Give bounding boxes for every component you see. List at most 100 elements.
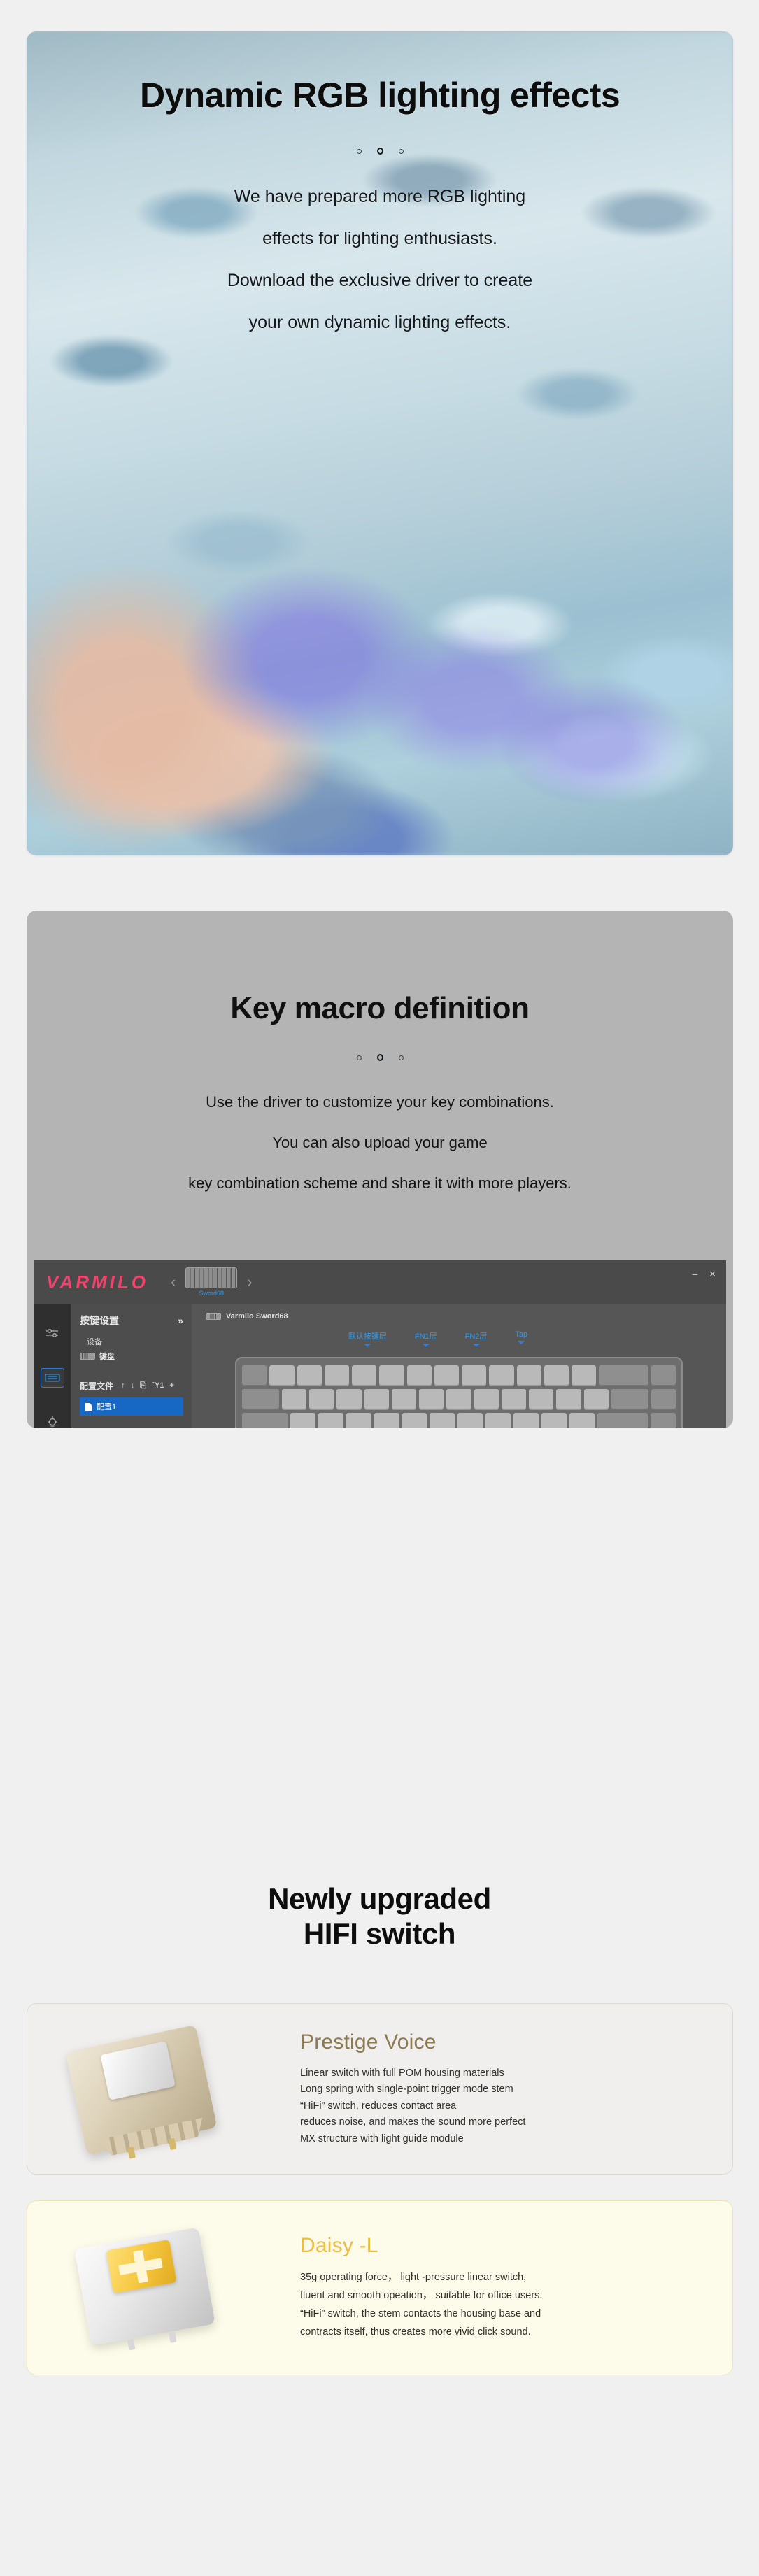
- prestige-voice-description: Linear switch with full POM housing mate…: [300, 2065, 693, 2147]
- sidebar-device-label: 设备: [87, 1338, 102, 1346]
- rgb-dot-separator: [356, 148, 404, 155]
- caret-down-icon: [364, 1344, 371, 1347]
- device-keyboard-icon: [206, 1313, 221, 1320]
- daisy-line-1: 35g operating force， light -pressure lin…: [300, 2272, 527, 2284]
- macro-line-1: Use the driver to customize your key com…: [206, 1093, 554, 1111]
- rgb-line-1: We have prepared more RGB lighting: [234, 187, 526, 206]
- dot-1: [356, 1055, 362, 1060]
- sidebar-device-keyboard[interactable]: 键盘: [80, 1351, 183, 1362]
- rgb-text-overlay: Dynamic RGB lighting effects We have pre…: [27, 31, 733, 855]
- driver-sidebar: 按键设置 » 设备 键盘 配置文件 ↑ ↓ ⎘ Ὕ1 + 配置1: [71, 1304, 192, 1428]
- daisy-l-description: 35g operating force， light -pressure lin…: [300, 2269, 693, 2341]
- device-title-row: Varmilo Sword68: [192, 1304, 726, 1321]
- daisy-line-2: fluent and smooth opeation， suitable for…: [300, 2290, 543, 2302]
- key-macro-section: Key macro definition Use the driver to c…: [27, 911, 733, 1428]
- hifi-heading-text: Newly upgraded HIFI switch: [0, 1881, 759, 1951]
- prestige-voice-switch-photo: [27, 2004, 300, 2174]
- profile-add-icon[interactable]: +: [169, 1381, 173, 1390]
- driver-software-screenshot: VARMILO ‹ Sword68 › – ✕ 按键设置 » 设备 键盘 配置文…: [34, 1260, 726, 1428]
- macro-line-2: You can also upload your game: [272, 1134, 488, 1151]
- tab-fn1-layer[interactable]: FN1层: [415, 1330, 437, 1347]
- tab-fn2-layer-label: FN2层: [464, 1332, 488, 1341]
- driver-icon-rail: [34, 1304, 71, 1428]
- keyboard-layout-canvas[interactable]: [235, 1357, 683, 1428]
- profile-upload-icon[interactable]: ↑: [121, 1381, 125, 1390]
- rail-keyboard-icon[interactable]: [41, 1368, 64, 1388]
- dot-1: [356, 148, 362, 154]
- driver-body: 按键设置 » 设备 键盘 配置文件 ↑ ↓ ⎘ Ὕ1 + 配置1 Varmilo…: [34, 1304, 726, 1428]
- switch-pin: [168, 2331, 177, 2343]
- device-thumbnail[interactable]: Sword68: [185, 1267, 238, 1297]
- rail-lighting-bulb-icon[interactable]: [41, 1413, 64, 1428]
- layer-tab-bar: 默认按键层 FN1层 FN2层 Tap: [192, 1330, 726, 1347]
- sidebar-collapse-icon[interactable]: »: [178, 1315, 183, 1326]
- profile-export-icon[interactable]: ⎘: [140, 1381, 146, 1390]
- close-button[interactable]: ✕: [709, 1269, 716, 1280]
- switch-render: [65, 2024, 218, 2159]
- macro-section-title: Key macro definition: [230, 991, 530, 1025]
- next-device-arrow-icon[interactable]: ›: [247, 1273, 252, 1291]
- dot-2-active: [376, 1054, 383, 1061]
- dot-2-active: [376, 148, 383, 155]
- tab-default-layer-label: 默认按键层: [348, 1332, 387, 1341]
- dot-3: [398, 148, 404, 154]
- caret-down-icon: [518, 1341, 525, 1344]
- mini-keyboard-icon: [80, 1353, 95, 1360]
- file-icon: [85, 1402, 92, 1411]
- switch-render: [74, 2227, 215, 2351]
- daisy-line-3: “HiFi” switch, the stem contacts the hou…: [300, 2308, 541, 2319]
- sidebar-device-keyboard-label: 键盘: [99, 1353, 115, 1361]
- daisy-l-text: Daisy -L 35g operating force， light -pre…: [300, 2234, 732, 2341]
- prestige-line-5: MX structure with light guide module: [300, 2133, 464, 2144]
- hifi-heading-line-2: HIFI switch: [303, 1916, 456, 1950]
- profile-list-item[interactable]: 配置1: [80, 1397, 183, 1416]
- window-controls: – ✕: [693, 1269, 716, 1280]
- keyboard-row: [242, 1389, 676, 1410]
- rgb-line-4: your own dynamic lighting effects.: [248, 313, 511, 332]
- daisy-l-name: Daisy -L: [300, 2234, 378, 2258]
- device-carousel: ‹ Sword68 ›: [171, 1267, 253, 1297]
- rgb-section-title: Dynamic RGB lighting effects: [139, 76, 620, 115]
- device-title: Varmilo Sword68: [226, 1312, 288, 1321]
- keyboard-icon: [185, 1267, 238, 1288]
- switch-card-daisy-l: Daisy -L 35g operating force， light -pre…: [27, 2200, 733, 2375]
- sidebar-profile-row: 配置文件 ↑ ↓ ⎘ Ὕ1 +: [80, 1380, 183, 1392]
- rgb-line-2: effects for lighting enthusiasts.: [262, 229, 497, 248]
- daisy-l-switch-photo: [27, 2201, 300, 2375]
- tab-default-layer[interactable]: 默认按键层: [348, 1330, 387, 1347]
- prev-device-arrow-icon[interactable]: ‹: [171, 1273, 176, 1291]
- sidebar-heading: 按键设置: [80, 1315, 119, 1326]
- macro-header: Key macro definition Use the driver to c…: [27, 911, 733, 1193]
- driver-title-bar: VARMILO ‹ Sword68 › – ✕: [34, 1260, 726, 1304]
- switch-pin: [127, 2338, 136, 2351]
- profile-item-label: 配置1: [97, 1403, 117, 1411]
- prestige-voice-text: Prestige Voice Linear switch with full P…: [300, 2030, 732, 2147]
- prestige-line-1: Linear switch with full POM housing mate…: [300, 2067, 504, 2079]
- profile-action-icons: ↑ ↓ ⎘ Ὕ1 +: [121, 1381, 174, 1390]
- tab-fn1-layer-label: FN1层: [414, 1332, 437, 1341]
- keyboard-row: [242, 1365, 676, 1386]
- hifi-switch-heading: Newly upgraded HIFI switch: [0, 1881, 759, 1951]
- driver-main-panel: Varmilo Sword68 默认按键层 FN1层 FN2层 Tap: [192, 1304, 726, 1428]
- rgb-lighting-section: Dynamic RGB lighting effects We have pre…: [27, 31, 733, 855]
- prestige-line-3: “HiFi” switch, reduces contact area: [300, 2100, 457, 2112]
- prestige-line-2: Long spring with single-point trigger mo…: [300, 2084, 513, 2095]
- profile-delete-icon[interactable]: Ὕ1: [152, 1381, 164, 1390]
- macro-dot-separator: [27, 1054, 733, 1061]
- hifi-heading-line-1: Newly upgraded: [268, 1882, 491, 1915]
- profile-download-icon[interactable]: ↓: [131, 1381, 135, 1390]
- macro-line-3: key combination scheme and share it with…: [188, 1174, 572, 1192]
- minimize-button[interactable]: –: [693, 1269, 697, 1280]
- prestige-line-4: reduces noise, and makes the sound more …: [300, 2116, 526, 2128]
- rail-settings-sliders-icon[interactable]: [41, 1323, 64, 1343]
- macro-description: Use the driver to customize your key com…: [27, 1093, 733, 1193]
- daisy-line-4: contracts itself, thus creates more vivi…: [300, 2326, 531, 2337]
- dot-3: [398, 1055, 404, 1060]
- tab-fn2-layer[interactable]: FN2层: [464, 1330, 488, 1347]
- switch-card-prestige-voice: Prestige Voice Linear switch with full P…: [27, 2003, 733, 2175]
- caret-down-icon: [472, 1344, 480, 1347]
- keyboard-row: [242, 1413, 676, 1428]
- prestige-voice-name: Prestige Voice: [300, 2030, 437, 2054]
- varmilo-logo: VARMILO: [46, 1271, 148, 1293]
- tab-tap-layer[interactable]: Tap: [515, 1330, 527, 1347]
